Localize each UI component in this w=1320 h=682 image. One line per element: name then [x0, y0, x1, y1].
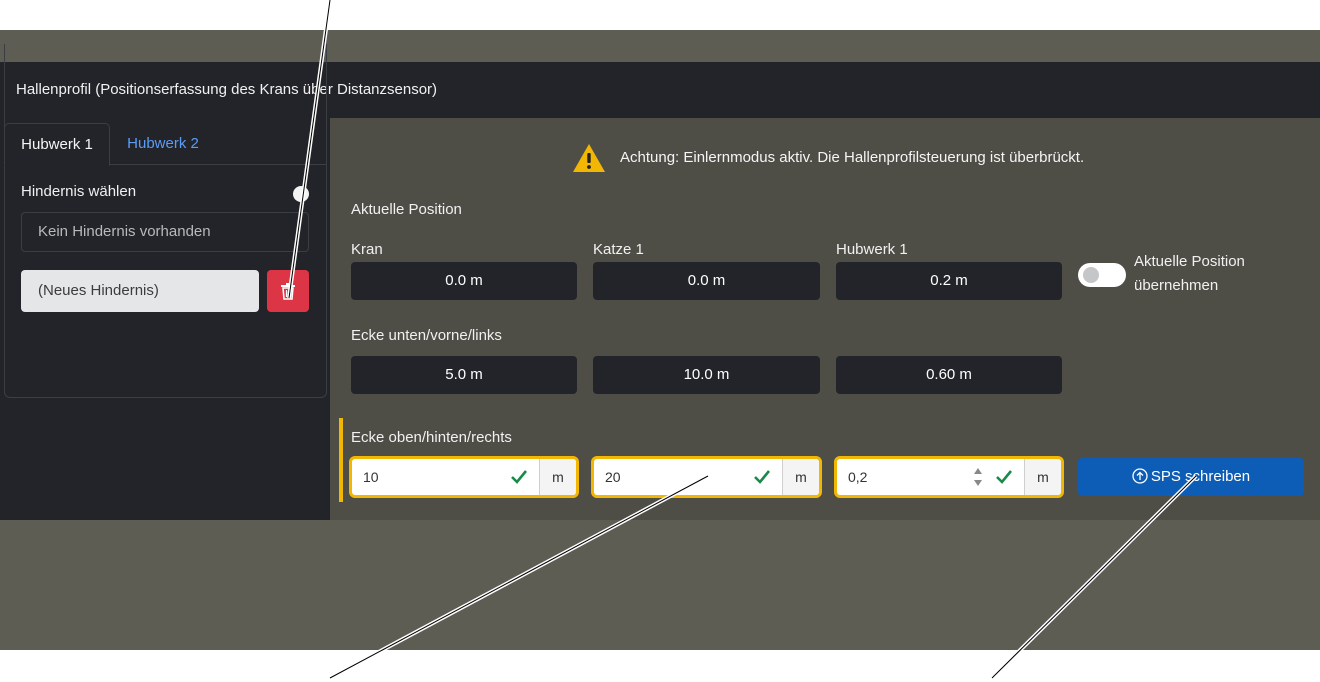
annotation-callout-lines: [287, 0, 1198, 680]
